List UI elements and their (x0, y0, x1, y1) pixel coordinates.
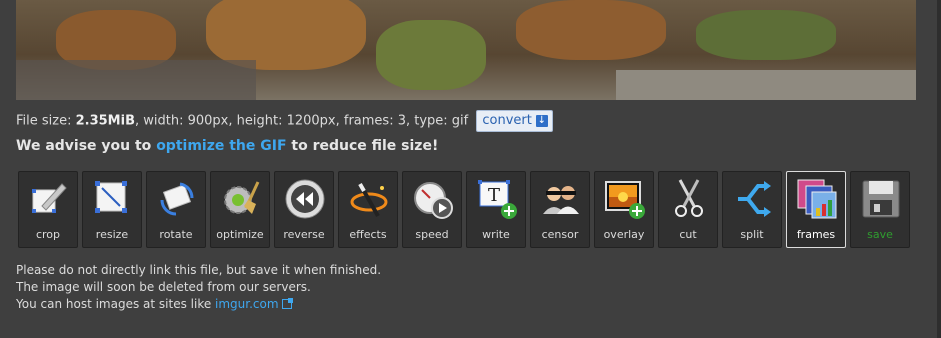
tool-censor[interactable]: censor (530, 171, 590, 248)
split-icon (738, 181, 771, 217)
tool-label: rotate (159, 228, 193, 241)
file-info: File size: 2.35MiB, width: 900px, height… (16, 110, 553, 134)
tool-optimize[interactable]: optimize (210, 171, 270, 248)
speed-icon (414, 182, 453, 219)
tool-label: reverse (283, 228, 325, 241)
overlay-icon (605, 181, 645, 219)
rotate-icon (160, 182, 194, 216)
tool-label: resize (95, 228, 129, 241)
svg-text:T: T (488, 185, 500, 206)
optimize-gif-link[interactable]: optimize the GIF (156, 138, 286, 154)
tool-label: frames (796, 228, 836, 241)
note-line-3: You can host images at sites like imgur.… (16, 296, 381, 313)
tool-write[interactable]: T write (466, 171, 526, 248)
tool-label: speed (415, 228, 449, 241)
crop-icon (32, 183, 67, 213)
file-size-prefix: File size: (16, 113, 76, 129)
tool-save[interactable]: save (850, 171, 910, 248)
tool-reverse[interactable]: reverse (274, 171, 334, 248)
resize-icon (95, 181, 127, 213)
tool-label: save (867, 228, 893, 241)
note-line-3-text: You can host images at sites like (16, 297, 216, 311)
convert-button[interactable]: convert ↓ (476, 110, 553, 132)
tool-label: split (740, 228, 764, 241)
tool-crop[interactable]: crop (18, 171, 78, 248)
tool-label: overlay (603, 228, 645, 241)
tool-label: effects (349, 228, 387, 241)
tool-speed[interactable]: speed (402, 171, 462, 248)
note-line-2: The image will soon be deleted from our … (16, 280, 311, 294)
convert-label: convert (482, 113, 532, 128)
tool-rotate[interactable]: rotate (146, 171, 206, 248)
note-line-1: Please do not directly link this file, b… (16, 263, 382, 277)
tool-label: cut (679, 228, 697, 241)
censor-icon (543, 186, 579, 214)
tool-frames[interactable]: frames (786, 171, 846, 248)
tool-effects[interactable]: effects (338, 171, 398, 248)
frames-icon (797, 179, 837, 219)
tool-label: write (482, 228, 510, 241)
optimize-advice: We advise you to optimize the GIF to red… (16, 138, 438, 154)
file-size-value: 2.35MiB (75, 113, 135, 129)
tool-label: censor (541, 228, 579, 241)
scissors-icon (675, 179, 703, 217)
tool-cut[interactable]: cut (658, 171, 718, 248)
hosting-notes: Please do not directly link this file, b… (16, 262, 381, 313)
optimize-icon (224, 181, 260, 214)
imgur-link[interactable]: imgur.com (215, 297, 279, 311)
advice-pre: We advise you to (16, 138, 157, 154)
effects-icon (350, 183, 388, 217)
tool-overlay[interactable]: overlay (594, 171, 654, 248)
page-edge (937, 0, 941, 338)
tool-resize[interactable]: resize (82, 171, 142, 248)
floppy-disk-icon (862, 180, 900, 218)
file-dimensions: , width: 900px, height: 1200px, frames: … (135, 113, 469, 129)
advice-post: to reduce file size! (286, 138, 439, 154)
tool-toolbar: crop resize rotate optimize reverse effe… (18, 171, 910, 248)
tool-label: crop (35, 228, 61, 241)
gif-preview-image (16, 0, 916, 100)
tool-label: optimize (216, 228, 264, 241)
reverse-icon (285, 179, 325, 219)
write-icon: T (478, 180, 517, 219)
external-link-icon (281, 298, 293, 309)
download-arrow-icon: ↓ (535, 115, 548, 127)
tool-split[interactable]: split (722, 171, 782, 248)
